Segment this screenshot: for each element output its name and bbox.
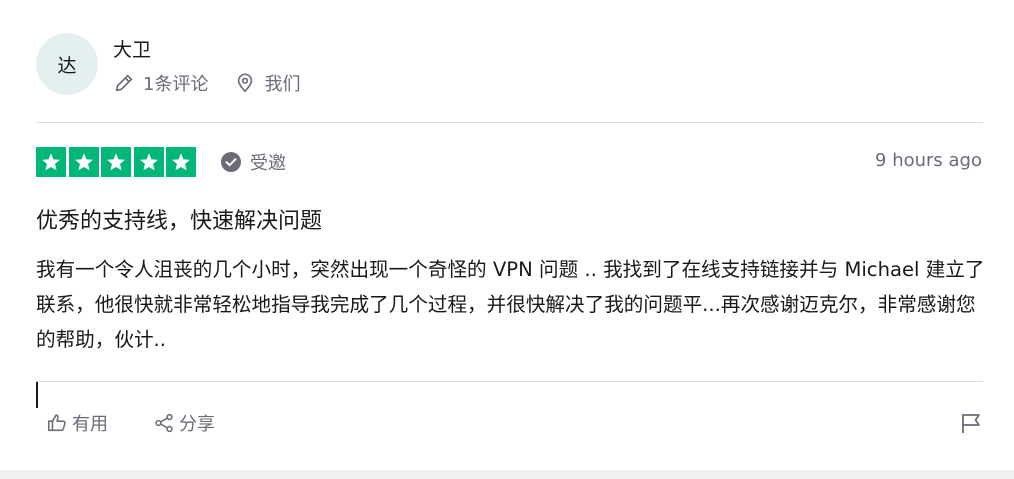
location-pin-icon [238, 73, 253, 93]
flag-icon[interactable] [960, 411, 982, 435]
avatar-initial: 达 [57, 54, 77, 77]
divider [36, 381, 983, 382]
share-button[interactable]: 分享 [153, 410, 215, 436]
reviews-count: 1条评论 [113, 70, 208, 96]
thumbs-up-icon [47, 414, 66, 432]
review-body: 我有一个令人沮丧的几个小时，突然出现一个奇怪的 VPN 问题 .. 我找到了在线… [36, 258, 985, 351]
star-2 [68, 147, 99, 177]
pencil-icon [115, 74, 133, 92]
star-rating [36, 147, 199, 177]
reviewer-meta: 1条评论 我们 [113, 70, 300, 96]
avatar[interactable]: 达 [36, 33, 98, 95]
invited-label: 受邀 [250, 153, 286, 174]
review-card: 达 大卫 1条评论 我们 受邀 9 hours ago 优秀的支持线，快速解决问… [0, 0, 1014, 470]
star-icon [172, 153, 190, 171]
star-icon [139, 153, 158, 171]
star-1 [36, 147, 66, 177]
location-label: 我们 [264, 74, 301, 95]
star-icon [74, 153, 93, 171]
reviewer-name[interactable]: 大卫 [113, 35, 151, 62]
star-3 [101, 147, 131, 177]
page-background-band [0, 470, 1014, 479]
share-icon [155, 413, 173, 433]
divider [36, 122, 983, 123]
text-cursor [36, 382, 38, 408]
helpful-button[interactable]: 有用 [46, 410, 108, 436]
share-label: 分享 [179, 414, 215, 435]
reviews-count-label: 1条评论 [143, 74, 209, 95]
star-icon [107, 153, 125, 171]
check-circle-icon [221, 152, 241, 172]
helpful-label: 有用 [72, 414, 108, 435]
reviewer-location: 我们 [234, 70, 300, 96]
invited-badge[interactable]: 受邀 [221, 150, 286, 174]
review-time: 9 hours ago [875, 150, 982, 171]
star-4 [133, 147, 164, 177]
star-5 [166, 147, 196, 177]
review-title[interactable]: 优秀的支持线，快速解决问题 [36, 203, 322, 235]
star-icon [42, 153, 60, 171]
